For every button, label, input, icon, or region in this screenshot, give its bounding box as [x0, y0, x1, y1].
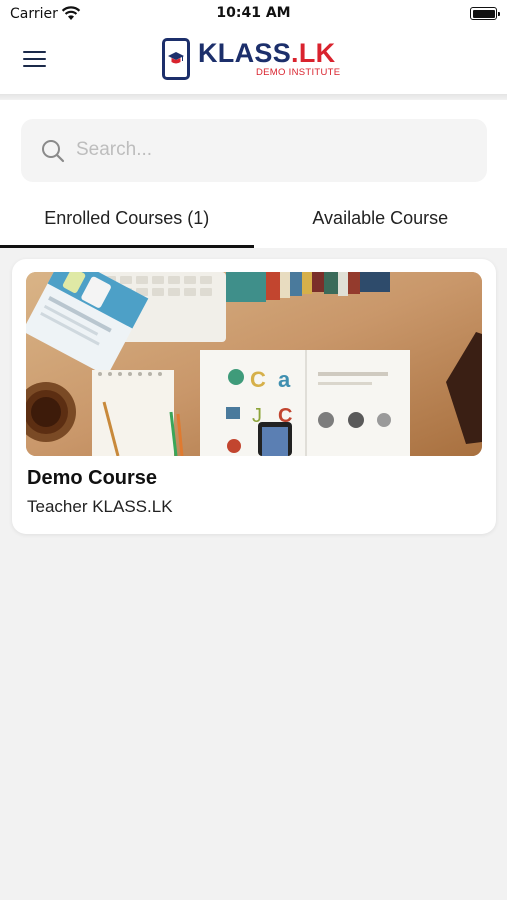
search-input[interactable] [76, 131, 466, 169]
svg-text:a: a [278, 367, 291, 392]
course-title: Demo Course [27, 467, 158, 489]
course-thumbnail-image: C a J C [26, 272, 482, 456]
course-card[interactable]: C a J C Demo Course Teacher KLASS.LK [12, 259, 496, 534]
logo-wordmark: KLASS.LK [198, 38, 336, 68]
course-teacher: Teacher KLASS.LK [27, 497, 173, 516]
course-tabs: Enrolled Courses (1) Available Course [0, 200, 507, 248]
status-bar: Carrier 10:41 AM [0, 0, 507, 30]
search-bar[interactable] [21, 119, 487, 182]
search-and-tabs-panel: Enrolled Courses (1) Available Course [0, 100, 507, 248]
status-time: 10:41 AM [216, 5, 291, 21]
app-header: KLASS.LK DEMO INSTITUTE [0, 30, 507, 94]
tab-enrolled-courses[interactable]: Enrolled Courses (1) [0, 200, 254, 248]
tab-available-course[interactable]: Available Course [254, 200, 507, 248]
svg-text:C: C [250, 367, 266, 392]
logo-subtitle: DEMO INSTITUTE [256, 67, 341, 78]
search-icon [42, 140, 65, 163]
hamburger-menu-button[interactable] [22, 46, 48, 72]
phone-graduation-cap-icon [162, 38, 190, 80]
klass-lk-logo: KLASS.LK DEMO INSTITUTE [162, 38, 352, 84]
battery-icon [470, 7, 500, 20]
